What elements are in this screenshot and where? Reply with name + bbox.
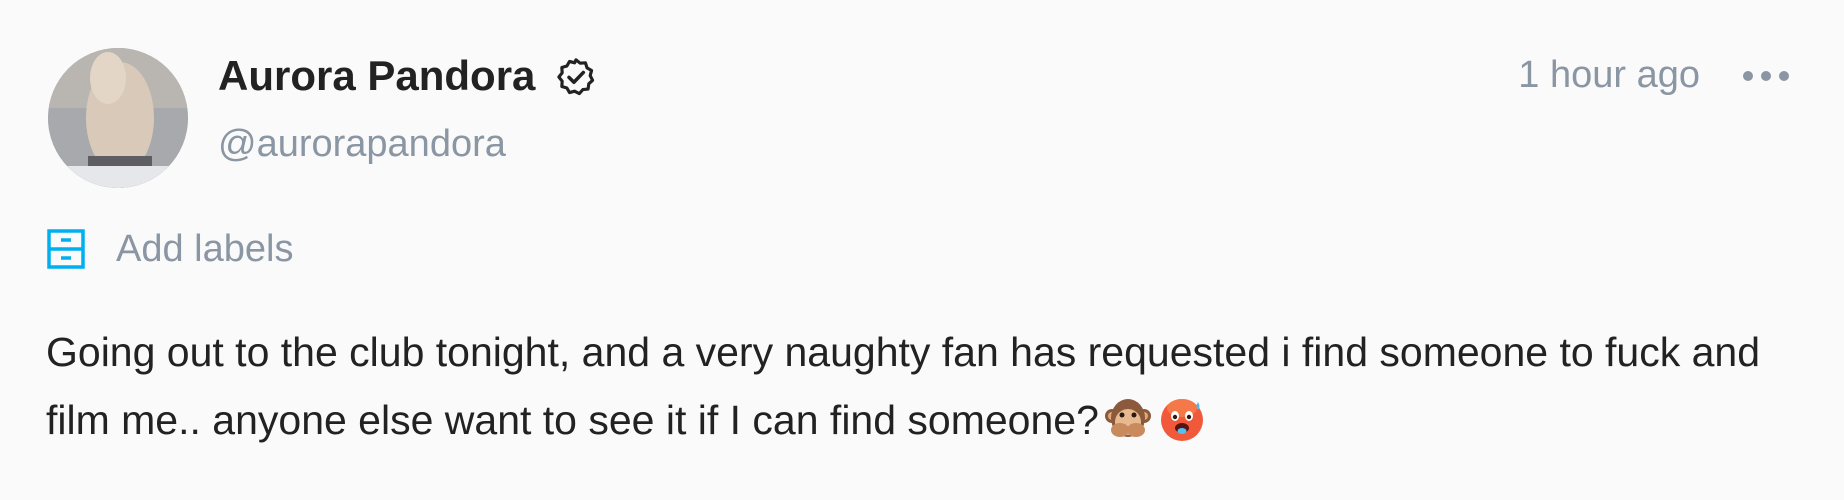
bookmark-labels-icon [47,229,85,269]
hot-face-icon [1160,399,1203,441]
speak-no-evil-monkey-icon [1104,399,1151,437]
post-text: Going out to the club tonight, and a ver… [46,318,1806,454]
post-timestamp[interactable]: 1 hour ago [1518,50,1700,100]
avatar[interactable] [48,48,188,188]
add-labels-label: Add labels [116,228,294,270]
author-handle[interactable]: @aurorapandora [218,120,506,168]
avatar-image [48,48,188,188]
more-dots-icon[interactable] [1736,56,1796,96]
post-text-content: Going out to the club tonight, and a ver… [46,329,1761,443]
add-labels-button[interactable]: Add labels [46,226,293,272]
verified-badge-icon [557,58,595,96]
author-name[interactable]: Aurora Pandora [218,50,535,102]
post-card: Aurora Pandora @aurorapandora 1 hour ago… [0,0,1844,500]
